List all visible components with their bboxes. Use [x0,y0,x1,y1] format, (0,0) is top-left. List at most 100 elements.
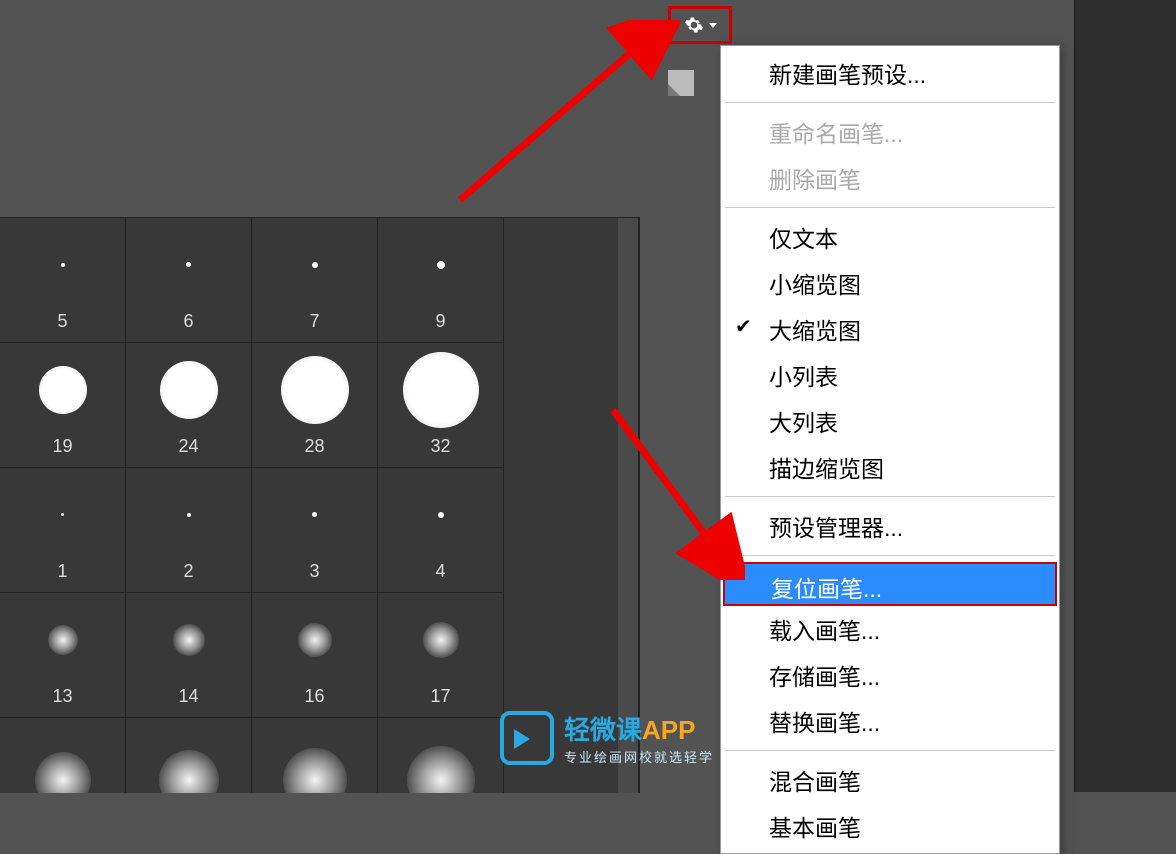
watermark-logo-icon [500,711,554,765]
brush-preview [126,593,251,686]
brush-preview [378,593,503,686]
brush-preview [252,718,377,793]
brush-shape [283,748,347,793]
brush-preview [252,593,377,686]
brush-shape [437,261,445,269]
brush-shape [298,623,332,657]
brush-preset-cell[interactable]: 13 [0,593,126,718]
menu-preset-manager[interactable]: 预设管理器... [721,503,1059,549]
brush-preset-cell[interactable] [252,718,378,793]
menu-small-thumbnail[interactable]: 小缩览图 [721,260,1059,306]
brush-size-label: 17 [430,686,450,717]
brush-preview [0,718,125,793]
brush-presets-panel: 5 6 7 9 19 24 28 32 1 2 3 4 13 14 16 17 [0,217,640,793]
brush-preset-cell[interactable]: 9 [378,218,504,343]
menu-reset-brushes[interactable]: 复位画笔... [723,562,1057,606]
brush-shape [312,512,317,517]
brush-preview [378,218,503,311]
brush-preview [378,468,503,561]
menu-separator [725,496,1055,497]
brush-preview [0,343,125,436]
brush-size-label: 6 [183,311,193,342]
brush-shape [407,746,475,793]
brush-preview [252,343,377,436]
brush-preview [126,343,251,436]
brush-preset-cell[interactable]: 5 [0,218,126,343]
menu-basic-brushes[interactable]: 基本画笔 [721,803,1059,849]
brush-preset-cell[interactable]: 2 [126,468,252,593]
menu-text-only[interactable]: 仅文本 [721,214,1059,260]
brush-preset-cell[interactable]: 14 [126,593,252,718]
watermark: 轻微课APP 专业绘画网校就选轻学 [500,710,714,766]
menu-reset-brushes-wrapper[interactable]: 复位画笔... [721,562,1059,606]
brush-preset-cell[interactable]: 16 [252,593,378,718]
annotation-arrow-to-gear [440,20,680,220]
scrollbar-track[interactable] [618,218,638,793]
brush-preset-cell[interactable]: 6 [126,218,252,343]
brush-preview [378,343,503,436]
brush-preset-cell[interactable]: 19 [0,343,126,468]
menu-stroke-thumbnail[interactable]: 描边缩览图 [721,444,1059,490]
brush-preset-cell[interactable] [126,718,252,793]
panel-collapse-icon[interactable] [668,70,694,96]
watermark-title-cn: 轻微课 [564,715,642,745]
menu-separator [725,207,1055,208]
menu-save-brushes[interactable]: 存储画笔... [721,652,1059,698]
brush-shape [423,622,459,658]
brush-size-label: 16 [304,686,324,717]
brush-shape [281,356,349,424]
brush-preview [252,218,377,311]
brush-preview [0,218,125,311]
brush-size-label: 5 [57,311,67,342]
brush-shape [39,366,87,414]
menu-small-list[interactable]: 小列表 [721,352,1059,398]
menu-mixed-brushes[interactable]: 混合画笔 [721,757,1059,803]
menu-separator [725,750,1055,751]
menu-load-brushes[interactable]: 载入画笔... [721,606,1059,652]
menu-delete-brush: 删除画笔 [721,155,1059,201]
gear-icon[interactable] [683,14,705,36]
brush-preview [126,218,251,311]
brush-size-label: 32 [430,436,450,467]
menu-replace-brushes[interactable]: 替换画笔... [721,698,1059,744]
brush-preset-cell[interactable]: 32 [378,343,504,468]
dropdown-caret-icon [709,23,717,28]
brush-shape [438,512,444,518]
brush-size-label: 9 [435,311,445,342]
brush-settings-menu: 新建画笔预设... 重命名画笔... 删除画笔 仅文本 小缩览图 ✔ 大缩览图 … [720,45,1060,854]
menu-large-thumbnail-label: 大缩览图 [769,318,861,344]
brush-shape [48,625,78,655]
brush-size-label: 14 [178,686,198,717]
brush-size-label: 2 [183,561,193,592]
menu-large-thumbnail[interactable]: ✔ 大缩览图 [721,306,1059,352]
brush-preview [126,718,251,793]
brush-shape [160,361,218,419]
brush-preset-cell[interactable]: 4 [378,468,504,593]
right-panel-strip [1074,0,1176,792]
menu-large-list[interactable]: 大列表 [721,398,1059,444]
brush-shape [312,262,318,268]
brush-shape [35,752,91,793]
watermark-title-en: APP [642,715,695,745]
brush-preset-cell[interactable]: 17 [378,593,504,718]
brush-size-label: 3 [309,561,319,592]
gear-highlight-box [668,6,732,44]
watermark-subtitle: 专业绘画网校就选轻学 [564,747,714,766]
brush-preview [378,718,503,793]
brush-grid: 5 6 7 9 19 24 28 32 1 2 3 4 13 14 16 17 [0,218,638,793]
brush-size-label: 28 [304,436,324,467]
brush-preset-cell[interactable] [0,718,126,793]
brush-preset-cell[interactable]: 28 [252,343,378,468]
brush-size-label: 24 [178,436,198,467]
brush-preset-cell[interactable]: 3 [252,468,378,593]
brush-shape [173,624,205,656]
menu-new-brush-preset[interactable]: 新建画笔预设... [721,50,1059,96]
brush-size-label: 4 [435,561,445,592]
brush-shape [61,513,64,516]
menu-separator [725,102,1055,103]
brush-preset-cell[interactable]: 24 [126,343,252,468]
brush-shape [159,750,219,793]
brush-preset-cell[interactable]: 1 [0,468,126,593]
brush-preset-cell[interactable]: 7 [252,218,378,343]
brush-preset-cell[interactable] [378,718,504,793]
